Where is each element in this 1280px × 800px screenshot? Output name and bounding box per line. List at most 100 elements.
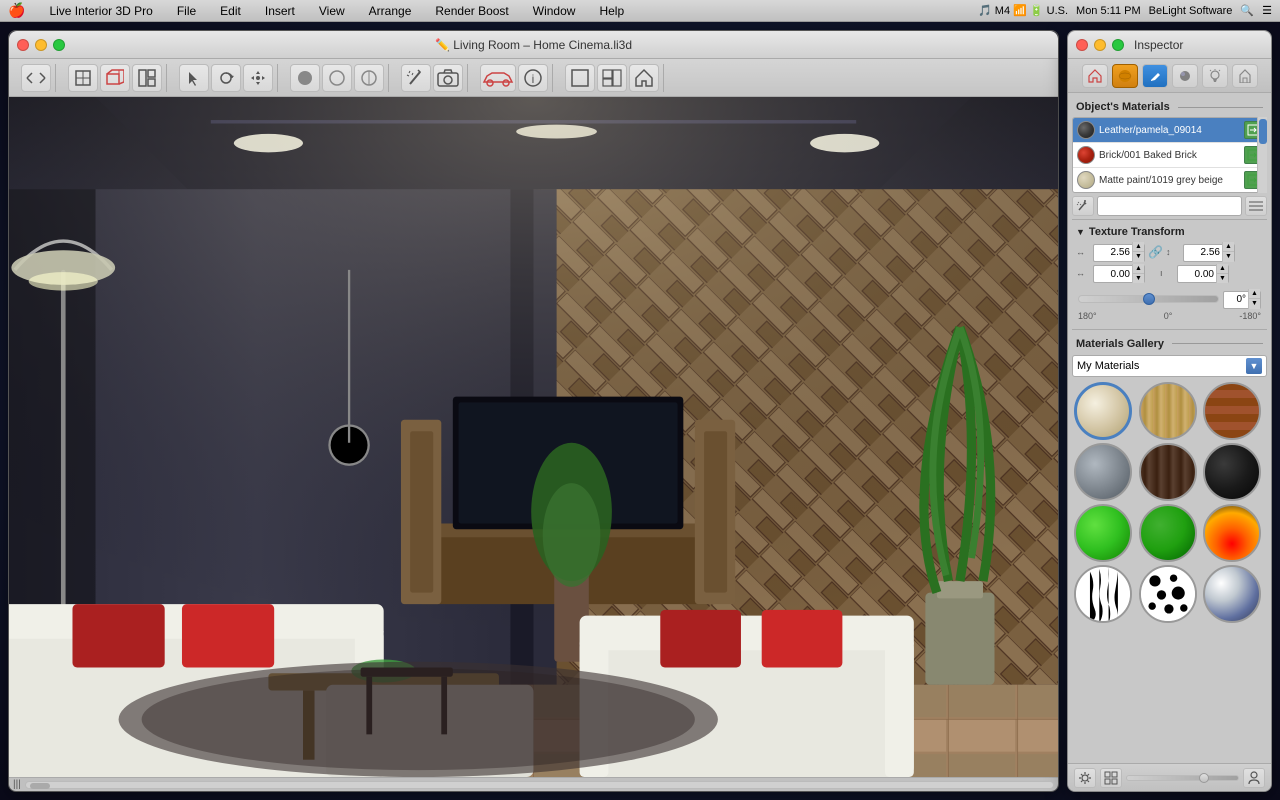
inspector-panel: Inspector — [1067, 30, 1272, 792]
dropdown-arrow-icon[interactable]: ▼ — [1246, 358, 1262, 374]
inspector-close-btn[interactable] — [1076, 39, 1088, 51]
gallery-item-chrome[interactable] — [1203, 565, 1261, 623]
menu-search-icon[interactable]: 🔍 — [1240, 4, 1254, 17]
inspector-tab-home2[interactable] — [1232, 64, 1258, 88]
texture-transform-header[interactable]: ▼ Texture Transform — [1072, 224, 1267, 240]
offset-y-down[interactable]: ▼ — [1216, 274, 1228, 283]
width-stepper-down[interactable]: ▼ — [1132, 252, 1144, 261]
toolbar-viewport1-btn[interactable] — [565, 64, 595, 92]
toolbar-info-btn[interactable]: i — [518, 64, 548, 92]
toolbar-select-btn[interactable] — [179, 64, 209, 92]
material-item-matte[interactable]: Matte paint/1019 grey beige — [1073, 168, 1266, 192]
inspector-min-btn[interactable] — [1094, 39, 1106, 51]
inspector-tab-light[interactable] — [1202, 64, 1228, 88]
offset-x-up[interactable]: ▲ — [1132, 264, 1144, 274]
width-label: ↔ — [1076, 247, 1090, 257]
gallery-item-concrete[interactable] — [1074, 443, 1132, 501]
toolbar-3d-view-btn[interactable] — [100, 64, 130, 92]
window-title: ✏️ Living Room – Home Cinema.li3d — [435, 38, 632, 52]
materials-scrollbar[interactable] — [1257, 117, 1267, 193]
horizontal-scrollbar[interactable] — [25, 781, 1054, 789]
gallery-item-dark-wood[interactable] — [1139, 443, 1197, 501]
menu-help[interactable]: Help — [595, 4, 628, 18]
toolbar-back-forward[interactable] — [21, 64, 51, 92]
rotation-down[interactable]: ▼ — [1248, 299, 1260, 308]
wand-button[interactable] — [1072, 196, 1094, 216]
gallery-item-cream[interactable] — [1074, 382, 1132, 440]
rotation-stepper: ▲ ▼ — [1248, 289, 1260, 309]
gallery-item-green-dark[interactable] — [1139, 504, 1197, 562]
toolbar-home-view-btn[interactable] — [629, 64, 659, 92]
height-stepper-up[interactable]: ▲ — [1222, 242, 1234, 252]
toolbar-car-btn[interactable] — [480, 64, 516, 92]
gallery-item-zebra[interactable] — [1074, 565, 1132, 623]
toolbar-floor-plan-btn[interactable] — [68, 64, 98, 92]
gallery-item-dalmatian[interactable] — [1139, 565, 1197, 623]
viewport[interactable] — [9, 97, 1058, 777]
menu-view[interactable]: View — [315, 4, 349, 18]
toolbar-outline-btn[interactable] — [322, 64, 352, 92]
inspector-grid-btn[interactable] — [1100, 768, 1122, 788]
menu-edit[interactable]: Edit — [216, 4, 245, 18]
toolbar-magic-btn[interactable] — [401, 64, 431, 92]
main-window: ✏️ Living Room – Home Cinema.li3d — [8, 30, 1059, 792]
material-swatch-brick — [1077, 146, 1095, 164]
close-button[interactable] — [17, 39, 29, 51]
menu-file[interactable]: File — [173, 4, 200, 18]
rotation-max-label: -180° — [1239, 311, 1261, 321]
scrollbar-thumb[interactable] — [30, 783, 50, 789]
offset-x-down[interactable]: ▼ — [1132, 274, 1144, 283]
menu-app-name[interactable]: Live Interior 3D Pro — [45, 4, 156, 18]
toolbar-render-group — [286, 64, 389, 92]
offset-y-wrapper: ▲ ▼ — [1177, 264, 1229, 284]
inspector-person-btn[interactable] — [1243, 768, 1265, 788]
gallery-item-brick[interactable] — [1203, 382, 1261, 440]
height-stepper-down[interactable]: ▼ — [1222, 252, 1234, 261]
rotation-up[interactable]: ▲ — [1248, 289, 1260, 299]
toolbar-halftone-btn[interactable] — [354, 64, 384, 92]
menu-insert[interactable]: Insert — [261, 4, 299, 18]
toolbar-ball-btn[interactable] — [290, 64, 320, 92]
menu-arrange[interactable]: Arrange — [365, 4, 416, 18]
gallery-dropdown[interactable]: My Materials ▼ — [1072, 355, 1267, 377]
inspector-tab-sphere[interactable] — [1112, 64, 1138, 88]
list-options-btn[interactable] — [1245, 196, 1267, 216]
minimize-button[interactable] — [35, 39, 47, 51]
toolbar-pan-btn[interactable] — [243, 64, 273, 92]
menu-bar-right: 🎵 M4 📶 🔋 U.S. Mon 5:11 PM BeLight Softwa… — [978, 4, 1272, 17]
material-item-brick[interactable]: Brick/001 Baked Brick — [1073, 143, 1266, 168]
toolbar-orbit-btn[interactable] — [211, 64, 241, 92]
inspector-tab-house[interactable] — [1082, 64, 1108, 88]
link-icon: 🔗 — [1148, 245, 1163, 259]
toolbar-layout-btn[interactable] — [132, 64, 162, 92]
rotation-slider-track[interactable] — [1078, 295, 1219, 303]
width-stepper-up[interactable]: ▲ — [1132, 242, 1144, 252]
inspector-settings-btn[interactable] — [1074, 768, 1096, 788]
offset-y-up[interactable]: ▲ — [1216, 264, 1228, 274]
gallery-header: Materials Gallery — [1072, 334, 1267, 352]
gallery-item-wood-light[interactable] — [1139, 382, 1197, 440]
maximize-button[interactable] — [53, 39, 65, 51]
toolbar-camera-btn[interactable] — [433, 64, 463, 92]
menu-render-boost[interactable]: Render Boost — [431, 4, 512, 18]
materials-list: Leather/pamela_09014 Brick/001 Baked Bri… — [1072, 117, 1267, 193]
gallery-item-black[interactable] — [1203, 443, 1261, 501]
menu-window[interactable]: Window — [529, 4, 580, 18]
rotation-value-wrapper: ▲ ▼ — [1223, 289, 1261, 309]
inspector-tab-edit[interactable] — [1142, 64, 1168, 88]
apple-menu[interactable]: 🍎 — [8, 2, 25, 19]
zoom-slider-thumb[interactable] — [1199, 773, 1209, 783]
viewport-bottom-scrollbar[interactable]: ||| — [9, 777, 1058, 791]
toolbar-right-group — [561, 64, 664, 92]
materials-scroll-thumb[interactable] — [1259, 119, 1267, 144]
gallery-item-green-bright[interactable] — [1074, 504, 1132, 562]
gallery-item-fire[interactable] — [1203, 504, 1261, 562]
inspector-max-btn[interactable] — [1112, 39, 1124, 51]
toolbar-viewport2-btn[interactable] — [597, 64, 627, 92]
inspector-tab-material[interactable] — [1172, 64, 1198, 88]
menu-hamburger-icon[interactable]: ☰ — [1262, 4, 1272, 17]
rotation-slider-thumb[interactable] — [1143, 293, 1155, 305]
material-search-field[interactable] — [1097, 196, 1242, 216]
material-item-leather[interactable]: Leather/pamela_09014 — [1073, 118, 1266, 143]
zoom-slider[interactable] — [1126, 775, 1239, 781]
